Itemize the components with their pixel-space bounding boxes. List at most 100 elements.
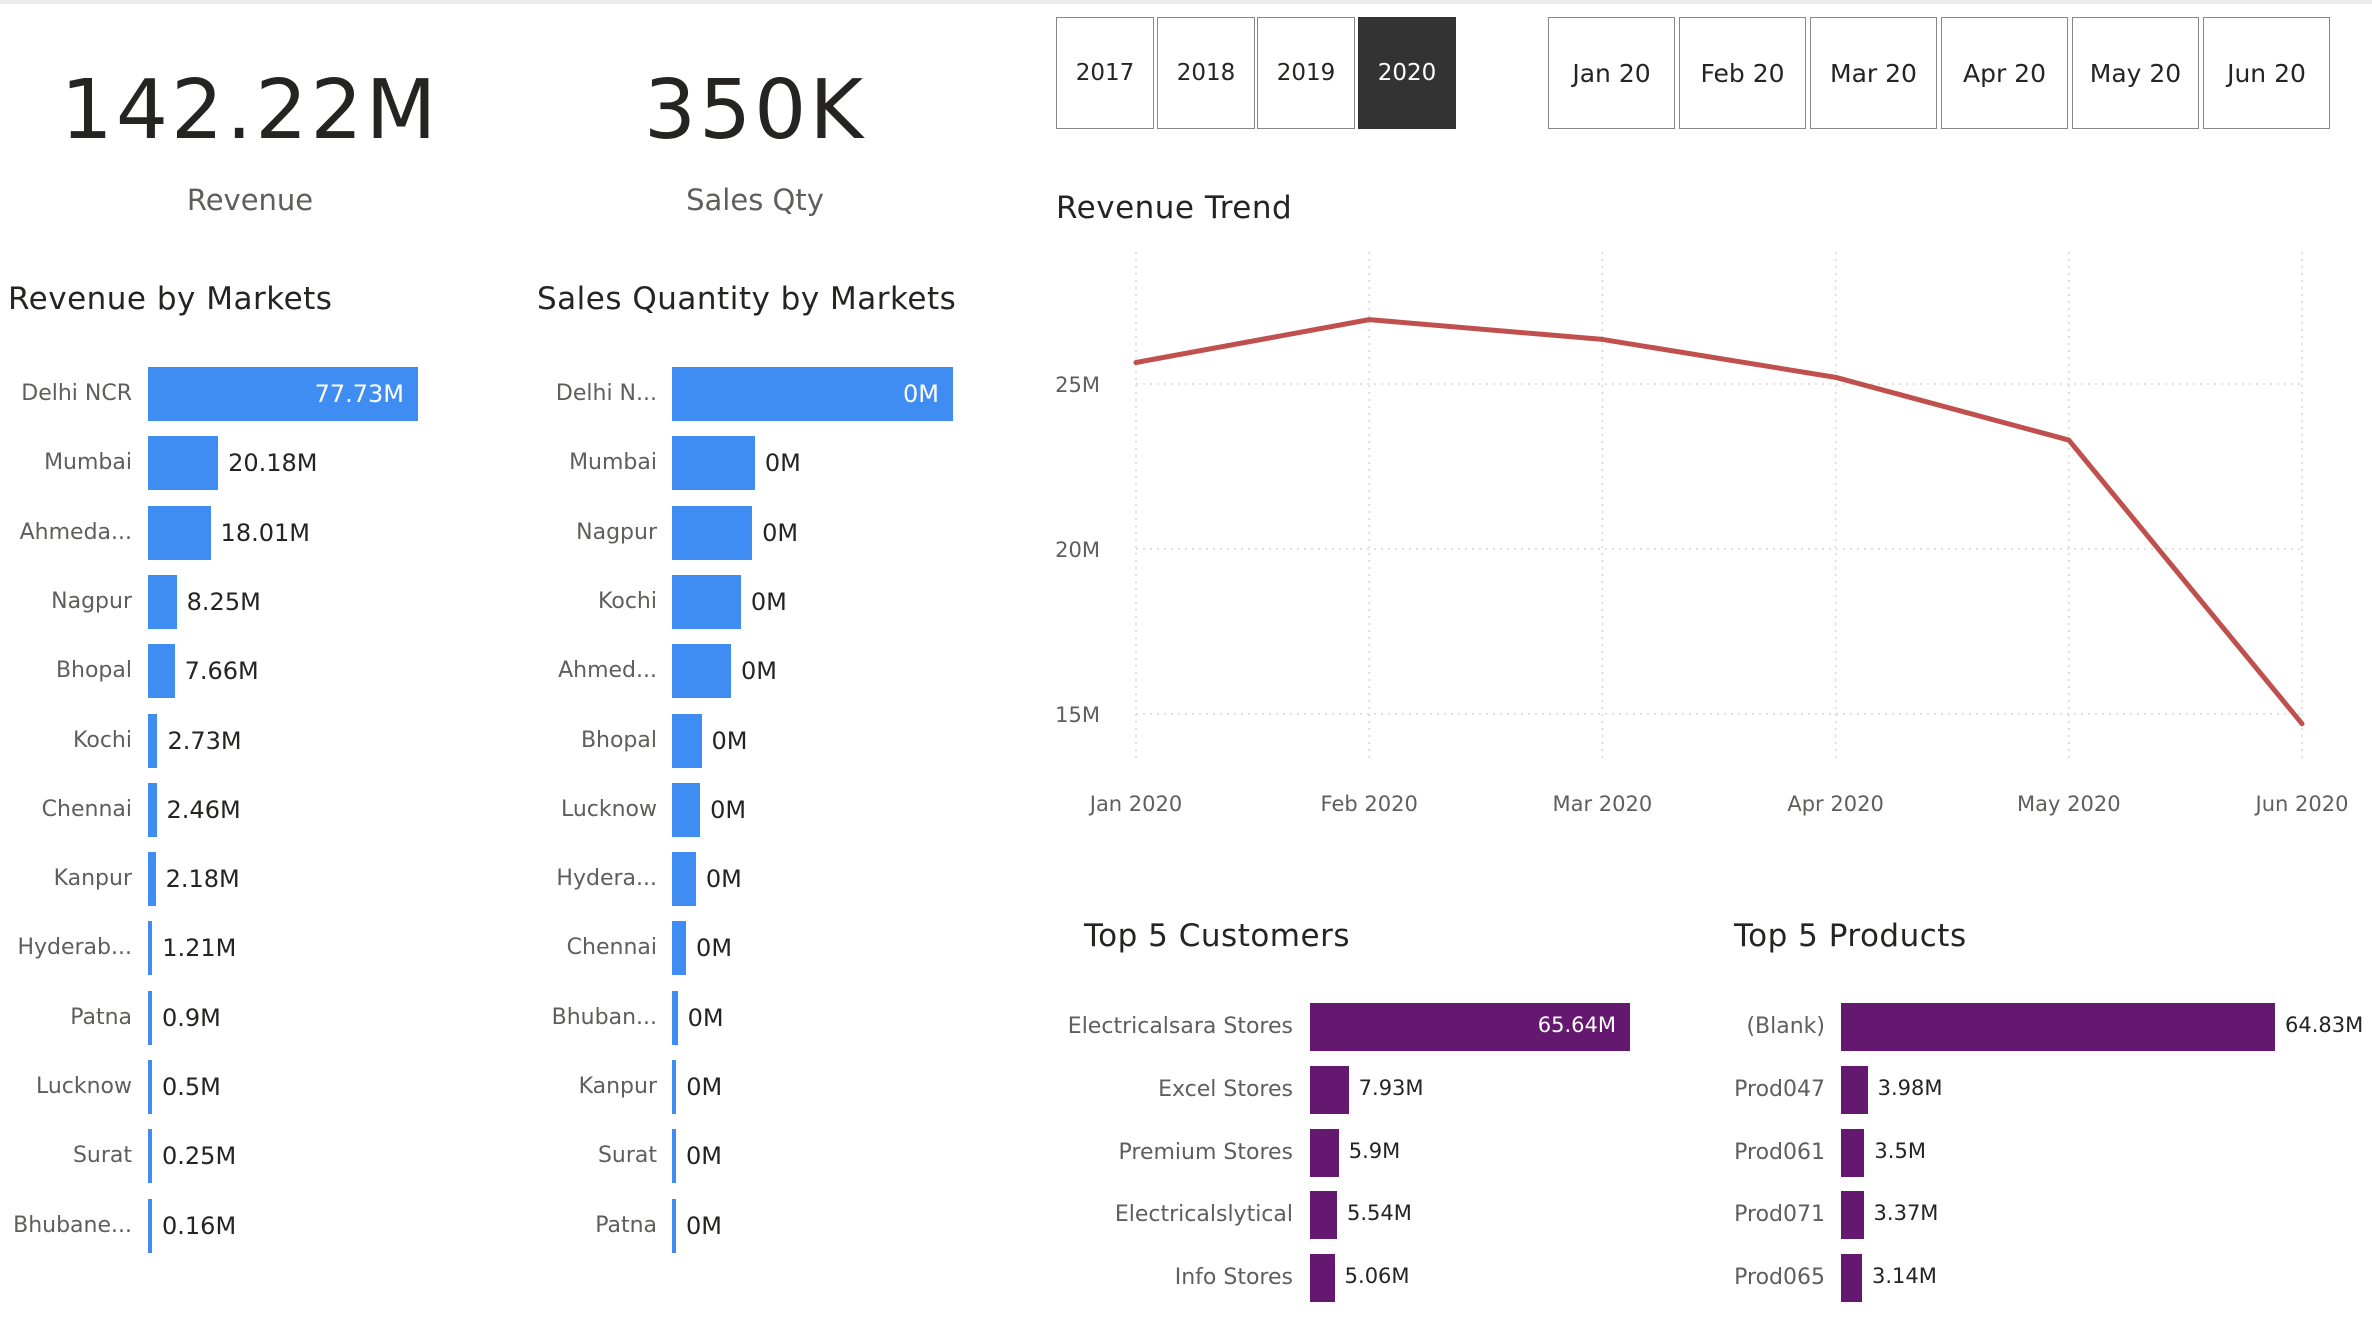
bar	[672, 852, 696, 907]
bar-value-label: 0.9M	[162, 1003, 221, 1032]
bar-value-label: 0M	[686, 1142, 722, 1171]
x-tick-label: Mar 2020	[1553, 792, 1653, 816]
month-option-jun-20[interactable]: Jun 20	[2203, 17, 2330, 129]
bar	[672, 1060, 677, 1114]
top5-customers-title: Top 5 Customers	[1084, 918, 1350, 954]
x-tick-label: Apr 2020	[1787, 792, 1883, 816]
bar	[1310, 1128, 1339, 1177]
bar-value-label: 0.5M	[162, 1073, 221, 1101]
bar	[148, 1198, 152, 1253]
bar	[672, 713, 702, 768]
bar-category-label: Bhuban...	[551, 1004, 657, 1030]
bar	[1310, 1254, 1335, 1303]
bar-value-label: 20.18M	[228, 449, 318, 478]
bar-value-label: 0.16M	[162, 1211, 237, 1240]
bar-value-label: 0M	[710, 795, 747, 824]
bar-category-label: Nagpur	[576, 519, 657, 545]
bar-category-label: Bhopal	[55, 658, 132, 684]
bar-category-label: Delhi NCR	[21, 381, 132, 406]
bar-value-label: 0M	[711, 726, 748, 755]
bar-value-label: 3.5M	[1874, 1138, 1926, 1163]
bar-category-label: Prod065	[1734, 1265, 1825, 1291]
bar-value-label: 5.54M	[1347, 1201, 1412, 1226]
bar-category-label: Hydera...	[556, 866, 657, 892]
bar	[148, 1060, 152, 1114]
sales-qty-by-markets-title: Sales Quantity by Markets	[537, 281, 957, 317]
bar-category-label: Hyderab...	[17, 935, 132, 961]
bar-value-label: 0M	[750, 587, 787, 616]
bar-category-label: Premium Stores	[1118, 1139, 1294, 1165]
year-option-2020[interactable]: 2020	[1358, 17, 1456, 129]
year-option-2019[interactable]: 2019	[1257, 17, 1355, 129]
bar-category-label: Bhopal	[580, 727, 657, 753]
revenue-trend-title: Revenue Trend	[1056, 190, 1293, 226]
bar-value-label: 5.9M	[1348, 1138, 1401, 1163]
x-tick-label: Jan 2020	[1088, 792, 1183, 816]
bar-category-label: Prod061	[1734, 1139, 1825, 1165]
bar-category-label: Mumbai	[569, 450, 657, 476]
bar	[1841, 1128, 1865, 1177]
bar	[672, 644, 731, 699]
bar-value-label: 2.73M	[167, 726, 242, 755]
revenue-trend-line	[1133, 317, 2305, 727]
bar	[148, 436, 219, 491]
revenue-kpi-value: 142.22M	[60, 63, 440, 158]
bar-category-label: Delhi N...	[555, 381, 657, 406]
bar	[672, 1198, 676, 1253]
bar-category-label: Prod047	[1734, 1076, 1825, 1102]
bar-category-label: Bhubane...	[13, 1212, 132, 1238]
bar-category-label: (Blank)	[1746, 1014, 1825, 1039]
year-option-2018[interactable]: 2018	[1157, 17, 1255, 129]
month-option-apr-20[interactable]: Apr 20	[1941, 17, 2068, 129]
month-option-feb-20[interactable]: Feb 20	[1679, 17, 1806, 129]
bar-category-label: Patna	[70, 1004, 132, 1030]
revenue-trend-chart: 15M 20M 25M Jan 2020 Feb 2020 Mar 2020 Apr 202…	[1055, 252, 2348, 816]
bar	[672, 990, 678, 1045]
bar-category-label: Electricalsara Stores	[1067, 1014, 1293, 1039]
month-option-may-20[interactable]: May 20	[2072, 17, 2199, 129]
bar-value-label: 5.06M	[1344, 1264, 1410, 1289]
revenue-by-markets-title: Revenue by Markets	[8, 281, 333, 317]
bar	[148, 644, 175, 699]
month-option-mar-20[interactable]: Mar 20	[1810, 17, 1937, 129]
sales-qty-kpi-value: 350K	[643, 63, 867, 158]
bar-value-label: 0M	[686, 1073, 723, 1101]
bar-value-label: 2.18M	[165, 865, 240, 894]
top-border	[0, 0, 2372, 4]
bar	[148, 852, 156, 907]
bar-value-label: 1.21M	[162, 934, 237, 963]
bar	[672, 574, 741, 629]
bar-category-label: Chennai	[41, 796, 132, 822]
bar	[148, 505, 211, 560]
bar	[1310, 1191, 1337, 1240]
y-tick-label: 20M	[1055, 538, 1100, 562]
sales-qty-kpi-label: Sales Qty	[686, 183, 824, 217]
revenue-kpi-label: Revenue	[186, 183, 314, 217]
bar-value-label: 0M	[903, 380, 939, 408]
bar-category-label: Electricalslytical	[1114, 1202, 1293, 1228]
bar	[672, 436, 755, 491]
bar-value-label: 7.66M	[184, 657, 259, 686]
bar-value-label: 0.25M	[162, 1142, 237, 1171]
bar-category-label: Nagpur	[51, 588, 132, 614]
bar-value-label: 3.14M	[1872, 1264, 1937, 1289]
bar-value-label: 0M	[686, 1211, 722, 1240]
y-tick-label: 15M	[1055, 703, 1100, 727]
month-option-jan-20[interactable]: Jan 20	[1548, 17, 1675, 129]
bar-category-label: Kochi	[598, 588, 657, 614]
bar	[148, 713, 158, 768]
bar	[148, 1129, 152, 1184]
top5-products-title: Top 5 Products	[1734, 918, 1967, 954]
bar-value-label: 3.37M	[1873, 1201, 1939, 1226]
bar-category-label: Excel Stores	[1158, 1076, 1293, 1102]
bar-category-label: Kochi	[73, 727, 132, 753]
bar-category-label: Kanpur	[578, 1074, 657, 1099]
bar	[672, 505, 753, 560]
bar-category-label: Mumbai	[44, 450, 132, 476]
bar-category-label: Surat	[72, 1143, 132, 1169]
bar-value-label: 8.25M	[186, 587, 261, 616]
bar	[1310, 1065, 1349, 1114]
bar-value-label: 2.46M	[166, 795, 241, 824]
bar	[672, 921, 687, 976]
year-option-2017[interactable]: 2017	[1056, 17, 1154, 129]
